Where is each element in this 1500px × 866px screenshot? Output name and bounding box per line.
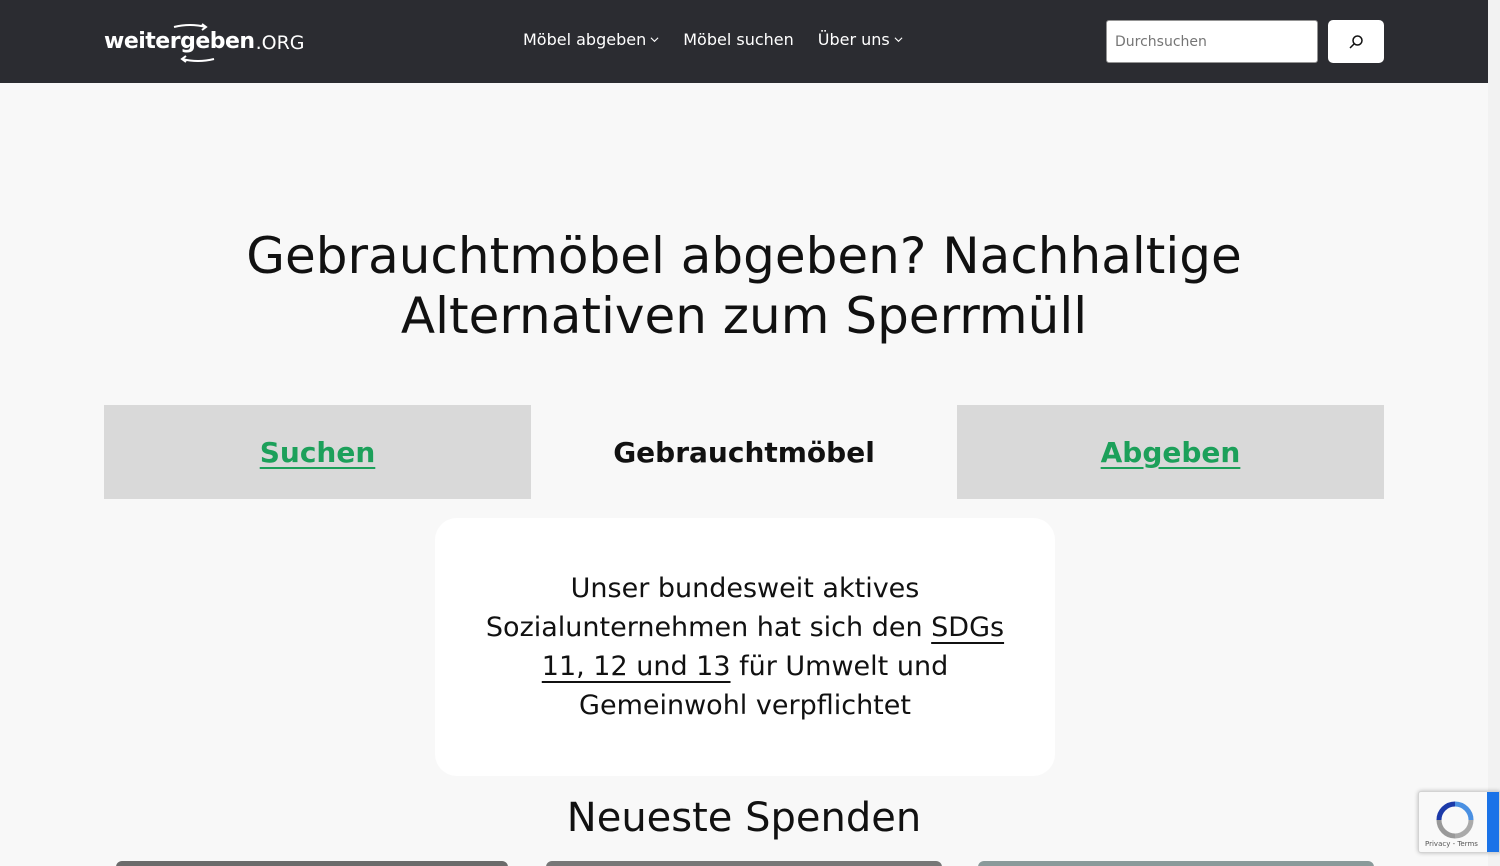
chevron-down-icon [894,37,903,43]
scrollbar[interactable] [1488,0,1500,866]
recaptcha-links[interactable]: Privacy - Terms [1425,840,1478,848]
site-logo[interactable]: weitergeben .ORG [104,19,305,63]
recaptcha-tab [1487,792,1499,852]
tab-suchen: Suchen [104,405,531,499]
nav-item-label: Über uns [817,30,890,49]
logo-suffix: .ORG [255,32,305,54]
mission-text-start: Unser bundesweit aktives Sozialunternehm… [485,573,932,643]
mission-text: Unser bundesweit aktives Sozialunternehm… [485,569,1005,725]
tab-abgeben: Abgeben [957,405,1384,499]
nav-item-label: Möbel abgeben [523,30,647,49]
nav-item-label: Möbel suchen [683,30,794,49]
donation-card-preview[interactable] [116,861,508,866]
action-tabs: Suchen Gebrauchtmöbel Abgeben [104,405,1384,499]
donation-card-preview[interactable] [546,861,942,866]
search-button[interactable] [1328,20,1384,63]
section-title-newest-donations: Neueste Spenden [566,795,922,841]
recaptcha-logo-icon [1436,801,1474,839]
logo-arrows-icon [173,23,215,63]
tab-gebrauchtmoebel: Gebrauchtmöbel [613,435,875,469]
abgeben-link[interactable]: Abgeben [1101,436,1241,469]
search-icon [1349,34,1363,49]
search-input[interactable] [1106,20,1318,63]
main-navigation: Möbel abgeben Möbel suchen Über uns [523,30,903,49]
nav-item-moebel-abgeben[interactable]: Möbel abgeben [523,30,659,49]
donation-card-preview[interactable] [978,861,1374,866]
mission-card: Unser bundesweit aktives Sozialunternehm… [435,518,1055,776]
page-title: Gebrauchtmöbel abgeben? Nachhaltige Alte… [246,227,1242,345]
recaptcha-badge[interactable]: Privacy - Terms [1418,791,1500,853]
suchen-link[interactable]: Suchen [260,436,376,469]
chevron-down-icon [650,37,659,43]
nav-item-moebel-suchen[interactable]: Möbel suchen [683,30,794,49]
nav-item-ueber-uns[interactable]: Über uns [818,30,903,49]
